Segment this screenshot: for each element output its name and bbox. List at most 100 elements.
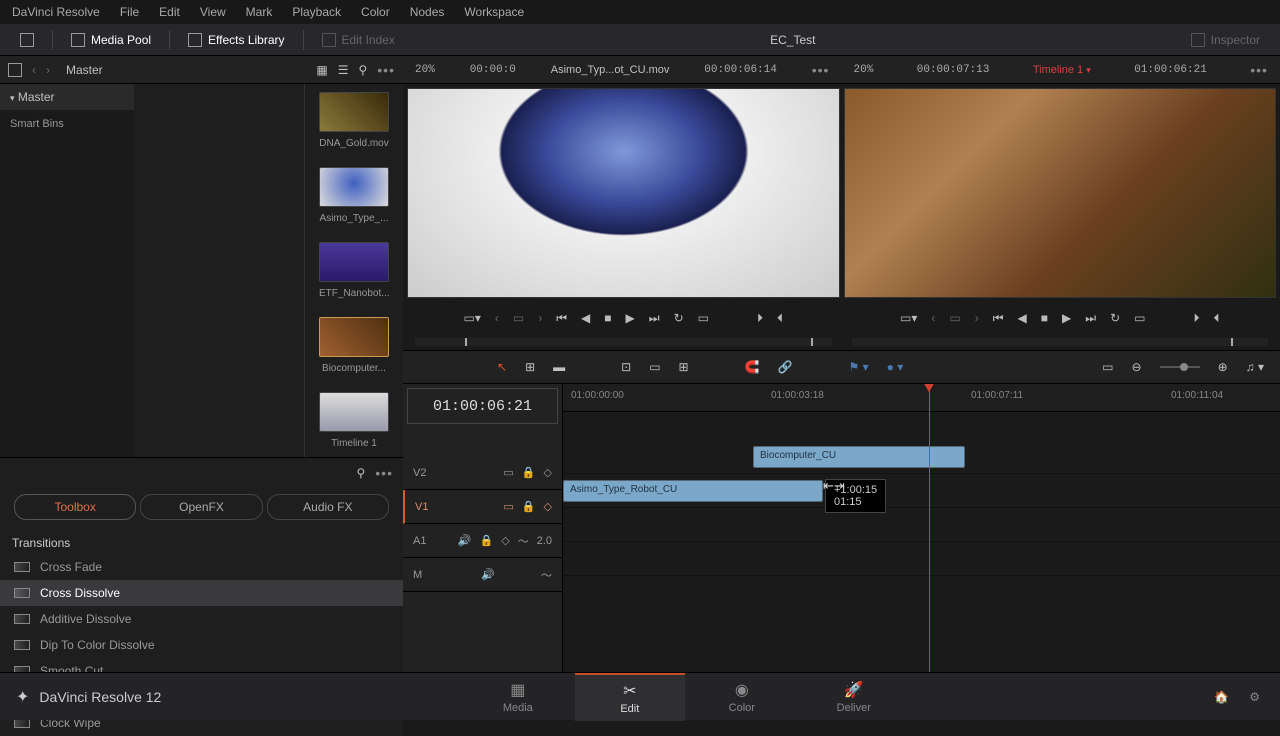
fx-item[interactable]: Cross Dissolve [0,580,403,606]
fx-more-icon[interactable]: ••• [375,465,393,481]
src-first-icon[interactable]: ⏮ [556,311,567,326]
zoom-out-icon[interactable]: ⊖ [1132,360,1142,374]
audio-icon[interactable]: ♫ ▾ [1246,360,1264,374]
src-loop-icon[interactable]: ↻ [674,311,684,325]
menu-view[interactable]: View [200,5,226,19]
fx-item[interactable]: Cross Fade [0,554,403,580]
track-a1-header[interactable]: A1🔊🔒◇〜2.0 [403,524,562,558]
menu-playback[interactable]: Playback [292,5,341,19]
menu-edit[interactable]: Edit [159,5,180,19]
grid-view-icon[interactable]: ▦ [316,63,327,77]
prg-mark-in-icon[interactable]: ⏵ [1193,311,1199,326]
playhead[interactable] [929,384,930,674]
blade-tool-icon[interactable]: ▬ [553,360,565,374]
timeline-ruler[interactable]: 01:00:00:00 01:00:03:18 01:00:07:11 01:0… [563,384,1280,412]
master-folder[interactable]: ▾ Master [0,84,134,110]
clip-Asimo_Type_...[interactable]: Asimo_Type_... [319,167,389,224]
clip-Timeline 1[interactable]: Timeline 1 [319,392,389,449]
fx-item[interactable]: Additive Dissolve [0,606,403,632]
prg-stop-icon[interactable]: ■ [1041,311,1048,325]
prg-mode-icon[interactable]: ▭▾ [900,311,917,325]
clip-Biocomputer...[interactable]: Biocomputer... [319,317,389,374]
search-icon[interactable]: ⚲ [358,63,367,77]
insert-icon[interactable]: ⊡ [621,360,631,374]
fx-search-icon[interactable]: ⚲ [356,466,365,480]
fx-tab-openfx[interactable]: OpenFX [140,494,262,520]
fx-item[interactable]: Dip To Color Dissolve [0,632,403,658]
more-icon[interactable]: ••• [377,62,395,78]
overwrite-icon[interactable]: ▭ [649,360,660,374]
home-icon[interactable]: 🏠 [1214,690,1229,704]
prg-next-icon[interactable]: ⏭ [1085,311,1096,326]
clip-DNA_Gold.mov[interactable]: DNA_Gold.mov [319,92,389,149]
next-button[interactable]: › [46,63,50,77]
menu-nodes[interactable]: Nodes [410,5,445,19]
src-play-icon[interactable]: ▶ [626,311,635,325]
prg-match-icon[interactable]: ▭ [1134,311,1145,325]
edit-index-button[interactable]: Edit Index [312,29,405,51]
smart-bins[interactable]: Smart Bins [0,110,134,138]
prg-first-icon[interactable]: ⏮ [993,311,1004,326]
effects-library-button[interactable]: Effects Library [178,29,294,51]
zoom-in-icon[interactable]: ⊕ [1218,360,1228,374]
src-mark-out-icon[interactable]: ⏴ [777,311,783,326]
track-v1-header[interactable]: V1▭🔒◇ [403,490,562,524]
src-stop-icon[interactable]: ■ [604,311,611,325]
menu-color[interactable]: Color [361,5,390,19]
link-icon[interactable]: 🔗 [778,360,793,374]
source-zoom[interactable]: 20% [415,64,435,76]
media-pool-button[interactable]: Media Pool [61,29,161,51]
settings-icon[interactable]: ⚙ [1249,690,1260,704]
replace-icon[interactable]: ⊞ [679,360,689,374]
menu-workspace[interactable]: Workspace [464,5,524,19]
fx-tab-toolbox[interactable]: Toolbox [14,494,136,520]
timeline-name[interactable]: Timeline 1 ▾ [1033,64,1091,76]
track-v1[interactable]: Asimo_Type_Robot_CU [563,474,1280,508]
inspector-button[interactable]: Inspector [1181,29,1270,51]
prg-mark-out-icon[interactable]: ⏴ [1213,311,1219,326]
source-more-icon[interactable]: ••• [812,62,830,78]
program-zoom[interactable]: 20% [854,64,874,76]
src-mark-in-icon[interactable]: ⏵ [757,311,763,326]
marker-icon[interactable]: ● ▾ [887,360,904,374]
timeline-timecode[interactable]: 01:00:06:21 [407,388,558,424]
prg-play-icon[interactable]: ▶ [1062,311,1071,325]
source-clip-name[interactable]: Asimo_Typ...ot_CU.mov [551,64,670,76]
app-menu[interactable]: DaVinci Resolve [12,5,100,19]
page-media[interactable]: ▦Media [463,673,573,721]
src-prev-icon[interactable]: ◀ [581,311,590,325]
snap-icon[interactable]: 🧲 [745,360,760,374]
src-next-icon[interactable]: ⏭ [649,311,660,326]
prev-button[interactable]: ‹ [32,63,36,77]
program-viewer-frame[interactable] [844,88,1277,298]
layout-icon[interactable] [8,63,22,77]
track-a1[interactable] [563,508,1280,542]
clip-asimo[interactable]: Asimo_Type_Robot_CU [563,480,823,502]
flag-icon[interactable]: ⚑ ▾ [849,360,869,374]
prg-loop-icon[interactable]: ↻ [1110,311,1120,325]
program-scrub[interactable] [852,338,1269,346]
clip-biocomputer[interactable]: Biocomputer_CU [753,446,965,468]
track-m[interactable] [563,542,1280,576]
menu-mark[interactable]: Mark [246,5,273,19]
program-more-icon[interactable]: ••• [1250,62,1268,78]
track-m-header[interactable]: M🔊〜 [403,558,562,592]
list-view-icon[interactable]: ☰ [338,63,349,77]
src-match-icon[interactable]: ▭ [698,311,709,325]
menu-file[interactable]: File [120,5,139,19]
track-v2[interactable]: Biocomputer_CU [563,440,1280,474]
trim-tool-icon[interactable]: ⊞ [525,360,535,374]
track-v2-header[interactable]: V2▭🔒◇ [403,456,562,490]
workspace-icon[interactable] [10,29,44,51]
fx-tab-audio fx[interactable]: Audio FX [267,494,389,520]
src-mode-icon[interactable]: ▭▾ [464,311,481,325]
page-color[interactable]: ◉Color [687,673,797,721]
source-scrub[interactable] [415,338,832,346]
source-viewer-frame[interactable] [407,88,840,298]
clip-ETF_Nanobot...[interactable]: ETF_Nanobot... [319,242,389,299]
selection-tool-icon[interactable]: ↖ [497,360,507,374]
tl-view-icon[interactable]: ▭ [1102,360,1113,374]
page-edit[interactable]: ✂Edit [575,673,685,721]
page-deliver[interactable]: 🚀Deliver [799,673,909,721]
prg-prev-icon[interactable]: ◀ [1018,311,1027,325]
